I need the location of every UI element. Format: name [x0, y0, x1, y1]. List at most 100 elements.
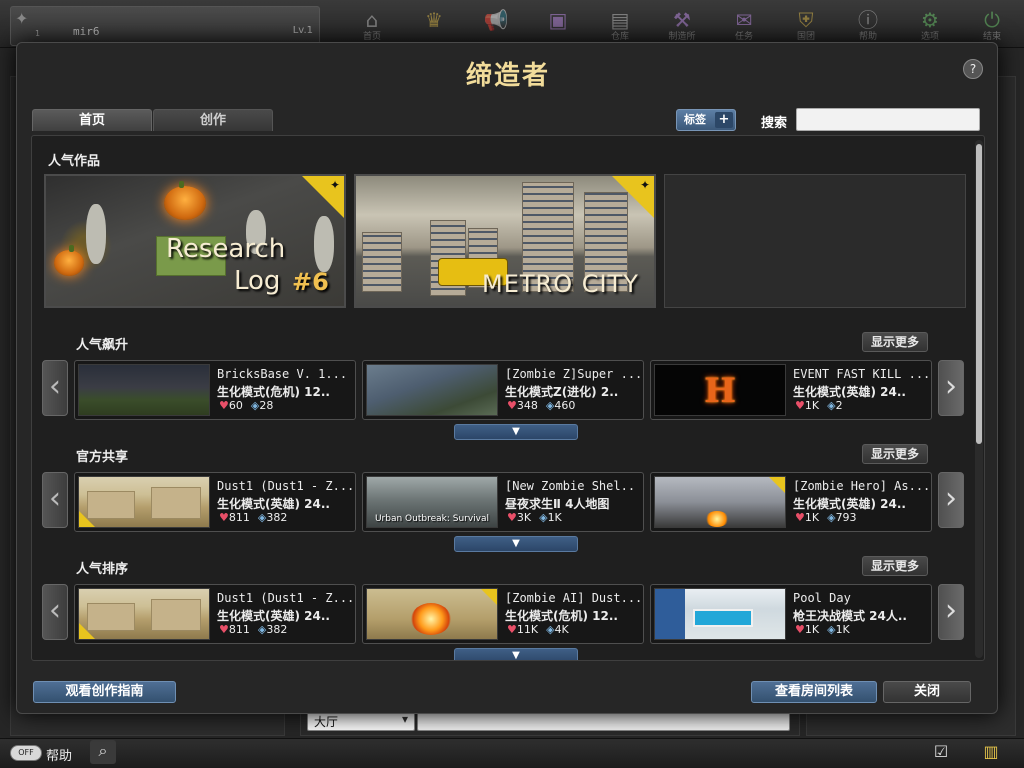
download-cube-icon: ◈ [546, 623, 555, 636]
map-title: [Zombie Z]Super ... [505, 367, 641, 381]
bottom-bar [0, 738, 1024, 768]
soldier-icon: ✦ [329, 178, 340, 192]
map-mode: 生化模式(危机) 12.. [217, 385, 330, 399]
close-button[interactable]: 关闭 [883, 681, 971, 703]
map-mode: 生化模式(英雄) 24.. [217, 609, 330, 623]
clan-icon[interactable]: ⛨ 国团 [786, 4, 826, 44]
map-mode: 生化模式(英雄) 24.. [217, 497, 330, 511]
room-list-button[interactable]: 查看房间列表 [751, 681, 877, 703]
map-card[interactable]: [Zombie AI] Dust... 生化模式(危机) 12.. ♥11K ◈4… [362, 584, 644, 644]
search-label: 搜索 [761, 116, 788, 131]
help-toggle[interactable]: OFF [10, 745, 42, 761]
map-card[interactable]: Dust1 (Dust1 - Z... 生化模式(英雄) 24.. ♥811 ◈3… [74, 472, 356, 532]
soldier-icon: ✦ [639, 178, 650, 192]
featured-text-line2: Log [234, 266, 281, 296]
tag-filter-button[interactable]: 标签 + [676, 109, 736, 131]
map-card[interactable]: H EVENT FAST KILL ... 生化模式(英雄) 24.. ♥1K ◈… [650, 360, 932, 420]
studio-modal: 缔造者 ? 首页 创作 标签 + 搜索 人气作品 Research Log #6… [16, 42, 998, 714]
official-corner-badge [769, 477, 785, 493]
film-icon[interactable]: ▥ [978, 740, 1004, 764]
official-corner-badge [481, 589, 497, 605]
heart-icon: ♥ [507, 511, 517, 524]
prev-arrow-icon[interactable]: ‹ [42, 360, 68, 416]
tab-home[interactable]: 首页 [32, 109, 152, 131]
thumbnail-caption: Urban Outbreak: Survival [374, 514, 490, 524]
map-title: [Zombie AI] Dust... [505, 591, 641, 605]
info-icon[interactable]: ⓘ 帮助 [848, 4, 888, 44]
prev-arrow-icon[interactable]: ‹ [42, 584, 68, 640]
snowman-figure [314, 216, 334, 272]
rank-number: 1 [35, 29, 41, 38]
map-stats: ♥11K ◈4K [507, 623, 569, 636]
building [362, 232, 402, 292]
plus-icon: + [715, 112, 733, 128]
expand-chevron-down-icon[interactable]: ▼ [454, 536, 578, 552]
map-card[interactable]: BricksBase V. 1... 生化模式(危机) 12.. ♥60 ◈28 [74, 360, 356, 420]
featured-research-log[interactable]: Research Log #6 ✦ [44, 174, 346, 308]
map-stats: ♥60 ◈28 [219, 399, 273, 412]
settings-gear-icon[interactable]: ⚙ 选项 [910, 4, 950, 44]
map-card[interactable]: Urban Outbreak: Survival [New Zombie She… [362, 472, 644, 532]
map-thumbnail [654, 476, 786, 528]
like-count: 3K [516, 511, 532, 524]
official-corner-badge [79, 511, 95, 527]
snowman-figure [86, 204, 106, 264]
wall [151, 487, 201, 519]
map-thumbnail [366, 364, 498, 416]
map-card[interactable]: [Zombie Z]Super ... 生化模式Z(进化) 2.. ♥348 ◈4… [362, 360, 644, 420]
like-count: 348 [516, 399, 538, 412]
prev-arrow-icon[interactable]: ‹ [42, 472, 68, 528]
modal-title: 缔造者 [465, 61, 550, 91]
map-mode: 生化模式Z(进化) 2.. [505, 385, 619, 399]
next-arrow-icon[interactable]: › [938, 472, 964, 528]
wall [151, 599, 201, 631]
map-mode: 生化模式(英雄) 24.. [793, 497, 906, 511]
home-icon[interactable]: ⌂ 首页 [352, 4, 392, 44]
download-count: 4K [554, 623, 569, 636]
show-more-button[interactable]: 显示更多 [862, 444, 928, 464]
pumpkin-icon [164, 181, 206, 220]
map-thumbnail [78, 588, 210, 640]
featured-empty-slot [664, 174, 966, 308]
search-icon[interactable]: ⌕ [90, 740, 116, 764]
heart-icon: ♥ [795, 623, 805, 636]
map-mode: 生化模式(英雄) 24.. [793, 385, 906, 399]
section-title-official: 官方共享 [76, 450, 129, 465]
studio-content: 人气作品 Research Log #6 ✦ METRO CITY ✦ 人气飙升… [31, 135, 985, 661]
inventory-icon[interactable]: ▤ 仓库 [600, 4, 640, 44]
help-label: 帮助 [46, 749, 73, 764]
map-card[interactable]: Dust1 (Dust1 - Z... 生化模式(英雄) 24.. ♥811 ◈3… [74, 584, 356, 644]
next-arrow-icon[interactable]: › [938, 584, 964, 640]
search-input[interactable] [796, 108, 980, 131]
megaphone-icon[interactable]: 📢 [476, 4, 516, 44]
player-profile[interactable]: ✦ 1 mir6 Lv.1 [10, 6, 320, 46]
featured-metro-city[interactable]: METRO CITY ✦ [354, 174, 656, 308]
map-mode: 枪王决战模式 24人.. [793, 609, 907, 623]
creation-guide-button[interactable]: 观看创作指南 [33, 681, 176, 703]
crown-icon[interactable]: ♛ [414, 4, 454, 44]
tab-create[interactable]: 创作 [153, 109, 273, 131]
expand-chevron-down-icon[interactable]: ▼ [454, 648, 578, 660]
heart-icon: ♥ [507, 399, 517, 412]
explosion [705, 511, 729, 527]
map-stats: ♥348 ◈460 [507, 399, 575, 412]
download-count: 460 [554, 399, 576, 412]
featured-text-line1: Research [166, 234, 286, 264]
like-count: 1K [804, 623, 820, 636]
calendar-check-icon[interactable]: ☑ [928, 740, 954, 764]
expand-chevron-down-icon[interactable]: ▼ [454, 424, 578, 440]
gift-icon[interactable]: ▣ [538, 4, 578, 44]
show-more-button[interactable]: 显示更多 [862, 332, 928, 352]
scrollbar-thumb[interactable] [976, 144, 982, 444]
workshop-icon[interactable]: ⚒ 制造所 [662, 4, 702, 44]
mission-icon[interactable]: ✉ 任务 [724, 4, 764, 44]
show-more-button[interactable]: 显示更多 [862, 556, 928, 576]
map-card[interactable]: [Zombie Hero] As... 生化模式(英雄) 24.. ♥1K ◈79… [650, 472, 932, 532]
like-count: 1K [804, 399, 820, 412]
help-question-icon[interactable]: ? [963, 59, 983, 79]
download-cube-icon: ◈ [539, 511, 548, 524]
power-icon[interactable]: ⏻ 结束 [972, 4, 1012, 44]
wall [655, 589, 685, 639]
next-arrow-icon[interactable]: › [938, 360, 964, 416]
map-card[interactable]: Pool Day 枪王决战模式 24人.. ♥1K ◈1K [650, 584, 932, 644]
